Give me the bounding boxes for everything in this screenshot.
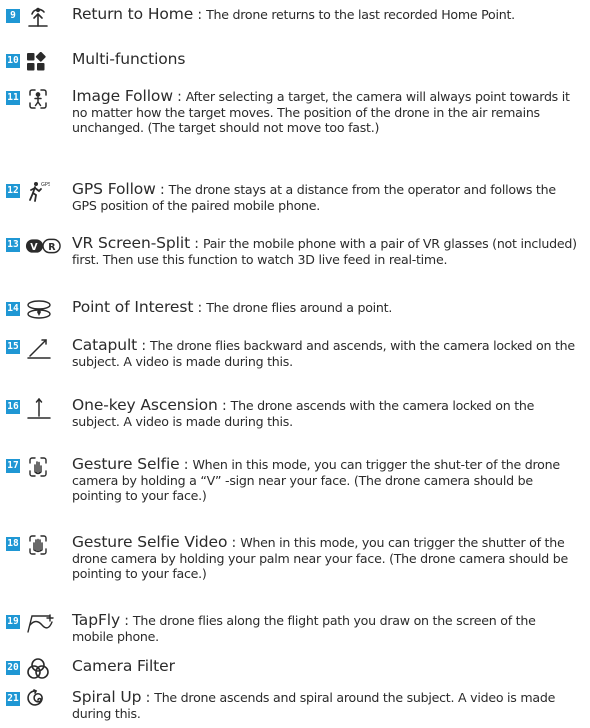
list-item: 21 Spiral Up : The drone ascends and spi… — [6, 688, 556, 722]
item-number: 10 — [6, 54, 20, 68]
item-number: 15 — [6, 340, 20, 354]
list-item: 15 Catapult : The drone flies backward a… — [6, 336, 575, 370]
list-item: 9 Return to Home : The drone returns to … — [6, 5, 580, 27]
item-number: 14 — [6, 302, 20, 316]
list-item: 16 One-key Ascension : The drone ascends… — [6, 396, 535, 430]
list-item: 20 Camera Filter — [6, 657, 580, 679]
item-number: 18 — [6, 537, 20, 551]
item-title: GPS Follow — [72, 180, 156, 198]
vr-split-icon: V R — [25, 234, 61, 258]
tapfly-icon — [26, 611, 62, 635]
list-item: 18 Gesture Selfie Video : When in this m… — [6, 533, 569, 582]
item-description: The drone returns to the last recorded H… — [206, 7, 515, 22]
list-item: 14 Point of Interest : The drone flies a… — [6, 298, 580, 319]
camera-filter-icon — [26, 657, 62, 681]
item-number: 11 — [6, 91, 20, 105]
item-title: Image Follow — [72, 87, 173, 105]
one-key-ascension-icon — [26, 396, 62, 420]
item-title: Catapult — [72, 336, 138, 354]
image-follow-icon — [26, 87, 62, 111]
multi-functions-icon — [26, 50, 62, 74]
list-item: 17 Gesture Selfie : When in this mode, y… — [6, 455, 560, 504]
svg-text:GPS: GPS — [41, 182, 50, 188]
item-number: 12 — [6, 184, 20, 198]
item-title: Gesture Selfie — [72, 455, 180, 473]
list-item: 13 V R VR Screen-Split : Pair the mobile… — [6, 234, 577, 268]
item-number: 21 — [6, 692, 20, 706]
svg-text:R: R — [48, 242, 56, 253]
item-number: 16 — [6, 400, 20, 414]
catapult-icon — [26, 336, 62, 360]
item-number: 20 — [6, 661, 20, 675]
item-title: TapFly — [72, 611, 121, 629]
item-title: Gesture Selfie Video — [72, 533, 228, 551]
point-of-interest-icon — [26, 298, 62, 322]
item-title: VR Screen-Split — [72, 234, 191, 252]
gps-follow-icon: GPS — [26, 180, 62, 204]
item-number: 13 — [6, 238, 20, 252]
list-item: 19 TapFly : The drone flies along the fl… — [6, 611, 536, 645]
item-title: Spiral Up — [72, 688, 142, 706]
item-title: Multi-functions — [72, 50, 186, 68]
item-number: 9 — [6, 9, 20, 23]
list-item: 12 GPS GPS Follow : The drone stays at a… — [6, 180, 556, 214]
item-number: 17 — [6, 459, 20, 473]
list-item: 10 Multi-functions — [6, 50, 580, 71]
return-home-icon — [26, 5, 62, 29]
item-title: Return to Home — [72, 5, 194, 23]
gesture-selfie-video-icon — [26, 533, 62, 557]
item-title: One-key Ascension — [72, 396, 218, 414]
svg-text:V: V — [30, 242, 38, 253]
item-description: The drone flies along the flight path yo… — [72, 613, 536, 645]
item-title: Camera Filter — [72, 657, 175, 675]
item-description: The drone flies around a point. — [206, 300, 393, 315]
item-title: Point of Interest — [72, 298, 194, 316]
gesture-selfie-icon — [26, 455, 62, 479]
list-item: 11 Image Follow : After selecting a targ… — [6, 87, 570, 136]
item-number: 19 — [6, 615, 20, 629]
spiral-up-icon — [26, 688, 62, 712]
